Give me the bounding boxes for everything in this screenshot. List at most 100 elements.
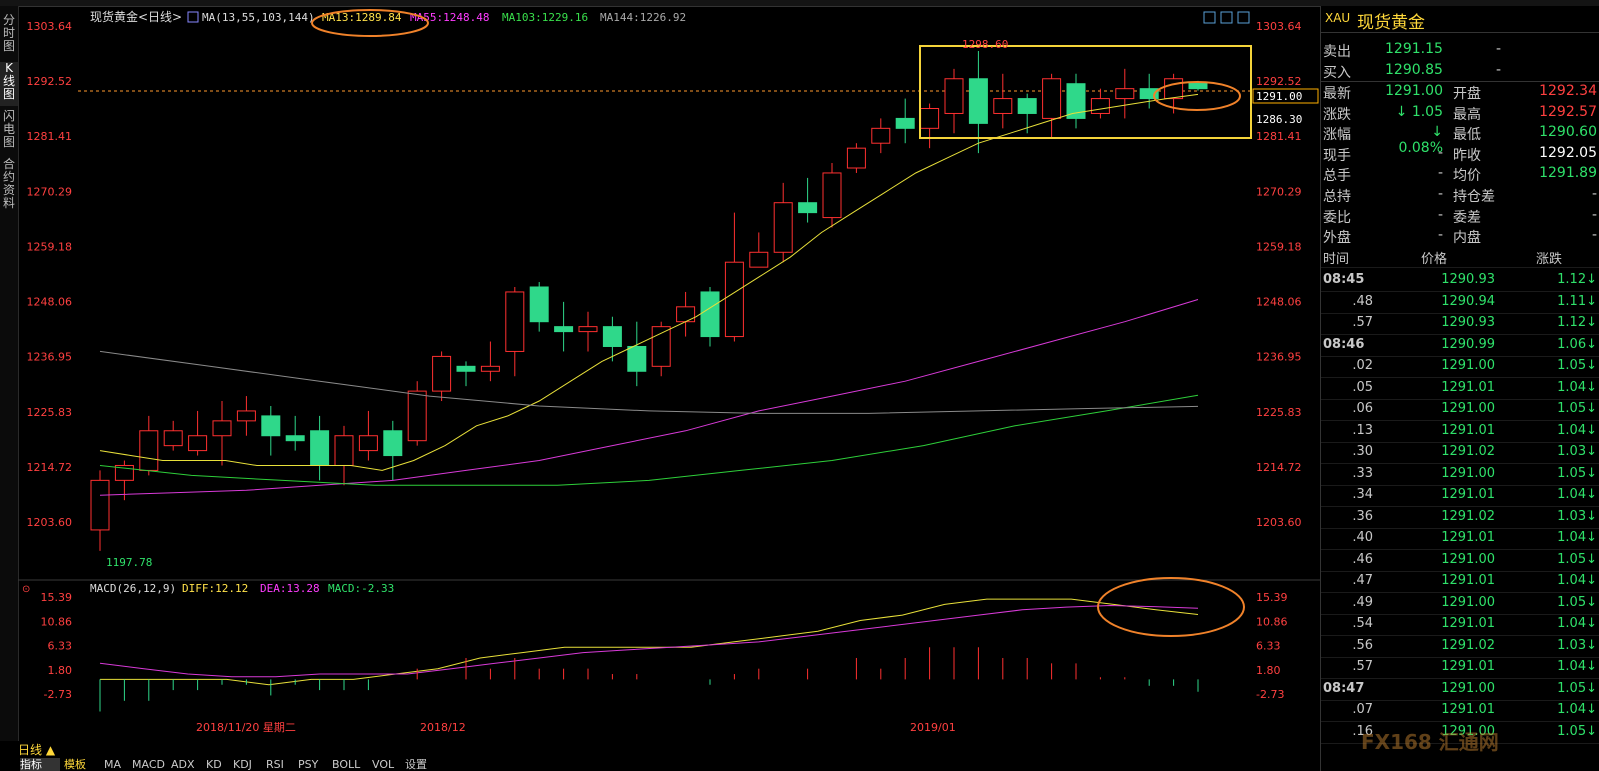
tick-header-cell: 涨跌 (1536, 252, 1563, 267)
candle (285, 415, 305, 451)
tick-time: 08:45 (1323, 272, 1365, 287)
quote-value: ↓ 1.05 (1395, 103, 1443, 120)
candle (798, 177, 818, 223)
quote-value: 1291.00 (1385, 83, 1443, 99)
quote-value: - (1437, 227, 1443, 244)
macd-diff: DIFF:12.12 (182, 582, 248, 595)
quote-label: 开盘 (1453, 86, 1481, 102)
tab-boll[interactable]: BOLL (332, 758, 360, 771)
macd-tick-label: 6.33 (48, 640, 73, 653)
low-marker: 1197.78 (106, 556, 152, 569)
macd-tick-label: 6.33 (1256, 640, 1281, 653)
tick-row: .02 1291.00 1.05↓ (1321, 356, 1599, 378)
tick-price: 1291.01 (1441, 530, 1495, 545)
tick-row: .30 1291.02 1.03↓ (1321, 442, 1599, 464)
tab-contract-info[interactable]: 合约资料 (0, 158, 18, 222)
quote-label: 昨收 (1453, 147, 1481, 164)
date-label-start: 2018/11/20 星期二 (196, 721, 296, 734)
tab-template[interactable]: 模板 (64, 758, 94, 771)
quote-label: 最高 (1453, 106, 1481, 123)
tick-time: 08:47 (1323, 680, 1365, 696)
tick-price: 1291.01 (1441, 379, 1495, 395)
tab-kdj[interactable]: KDJ (233, 758, 252, 771)
macd-tick-label: 15.39 (41, 591, 73, 604)
dea-line (99, 604, 1199, 678)
candle (456, 361, 476, 387)
tab-indicator[interactable]: 指标 (20, 758, 60, 771)
ma-toggle-icon[interactable] (187, 11, 199, 23)
price-tick-label: 1225.83 (1256, 406, 1302, 419)
macd-tick-label: 1.80 (48, 664, 73, 677)
date-label-dec: 2018/12 (420, 721, 466, 734)
tick-row: .57 1290.93 1.12↓ (1321, 313, 1599, 335)
quote-value: - (1591, 186, 1597, 202)
quote-label: 最新 (1323, 86, 1351, 102)
candle (358, 410, 378, 461)
macd-panel: 15.39 15.39 10.86 10.86 6.33 6.33 1.80 1.80 -2.7… (41, 591, 1288, 712)
tab-ma[interactable]: MA (104, 758, 121, 771)
tick-time: .48 (1352, 293, 1373, 309)
candle (602, 316, 622, 362)
quote-label: 最低 (1453, 127, 1481, 144)
candle-body (944, 78, 964, 114)
tick-change: 1.12↓ (1557, 315, 1597, 330)
candle-body (383, 430, 403, 457)
candle (236, 396, 256, 436)
period-selector[interactable]: 日线 ▲ (18, 741, 88, 757)
candle (920, 103, 940, 149)
tick-change: 1.04↓ (1557, 530, 1597, 545)
tick-change: 1.11↓ (1557, 293, 1597, 309)
tick-price: 1291.01 (1441, 487, 1495, 502)
tick-price: 1291.02 (1441, 444, 1495, 459)
kline-chart[interactable]: 1303.64 1292.52 1281.41 1270.29 1259.18 1248.… (18, 6, 1320, 741)
quote-label: 持仓差 (1453, 189, 1495, 205)
tab-timeshare[interactable]: 分时图 (0, 14, 18, 58)
price-tick-label: 1292.52 (1256, 75, 1302, 88)
tab-settings[interactable]: 设置 (405, 758, 427, 771)
candle (1066, 73, 1086, 129)
tab-kd[interactable]: KD (206, 758, 222, 771)
tick-change: 1.05↓ (1557, 723, 1597, 739)
tick-row: .05 1291.01 1.04↓ (1321, 378, 1599, 400)
tab-flash[interactable]: 闪电图 (0, 110, 18, 154)
tab-macd[interactable]: MACD (132, 758, 165, 771)
macd-tick-label: -2.73 (1256, 688, 1284, 701)
tick-change: 1.04↓ (1557, 659, 1597, 674)
tick-price: 1291.00 (1441, 680, 1495, 696)
price-tick-label: 1214.72 (1256, 461, 1302, 474)
candle (383, 420, 403, 481)
tick-row: .33 1291.00 1.05↓ (1321, 464, 1599, 486)
tick-price: 1291.02 (1441, 508, 1495, 524)
candle-body (358, 435, 378, 452)
price-tick-label: 1203.60 (27, 516, 73, 529)
tick-price: 1291.00 (1441, 594, 1495, 610)
quote-row: 外盘 - 内盘 - (1321, 226, 1599, 246)
candle-body (651, 326, 671, 367)
candle-body (480, 365, 500, 372)
buy-row: 买入 1290.85 - (1321, 61, 1599, 82)
tick-time: .36 (1352, 508, 1373, 524)
candle-body (627, 345, 647, 372)
tab-kline[interactable]: K线图 (0, 62, 18, 106)
tick-time: .33 (1352, 465, 1373, 481)
price-tick-label: 1303.64 (27, 20, 73, 33)
tick-price: 1291.02 (1441, 637, 1495, 653)
tab-vol[interactable]: VOL (372, 758, 394, 771)
candle-body (1164, 78, 1184, 100)
candle-body (236, 410, 256, 422)
candle (310, 415, 330, 481)
quote-label: 现手 (1323, 147, 1351, 164)
tick-row: 08:46 1290.99 1.06↓ (1321, 335, 1599, 357)
candle-body (968, 78, 988, 124)
price-tick-label: 1281.41 (27, 130, 73, 143)
tab-rsi[interactable]: RSI (266, 758, 284, 771)
tab-adx[interactable]: ADX (171, 758, 195, 771)
date-label-jan: 2019/01 (910, 721, 956, 734)
price-tick-label: 1248.06 (27, 296, 73, 309)
tick-change: 1.03↓ (1557, 508, 1597, 524)
macd-settings-icon[interactable]: ⊙ (22, 584, 30, 595)
tick-header-cell: 价格 (1421, 252, 1448, 267)
candle (480, 341, 500, 382)
tab-psy[interactable]: PSY (298, 758, 318, 771)
tick-header-cell: 时间 (1323, 252, 1350, 267)
